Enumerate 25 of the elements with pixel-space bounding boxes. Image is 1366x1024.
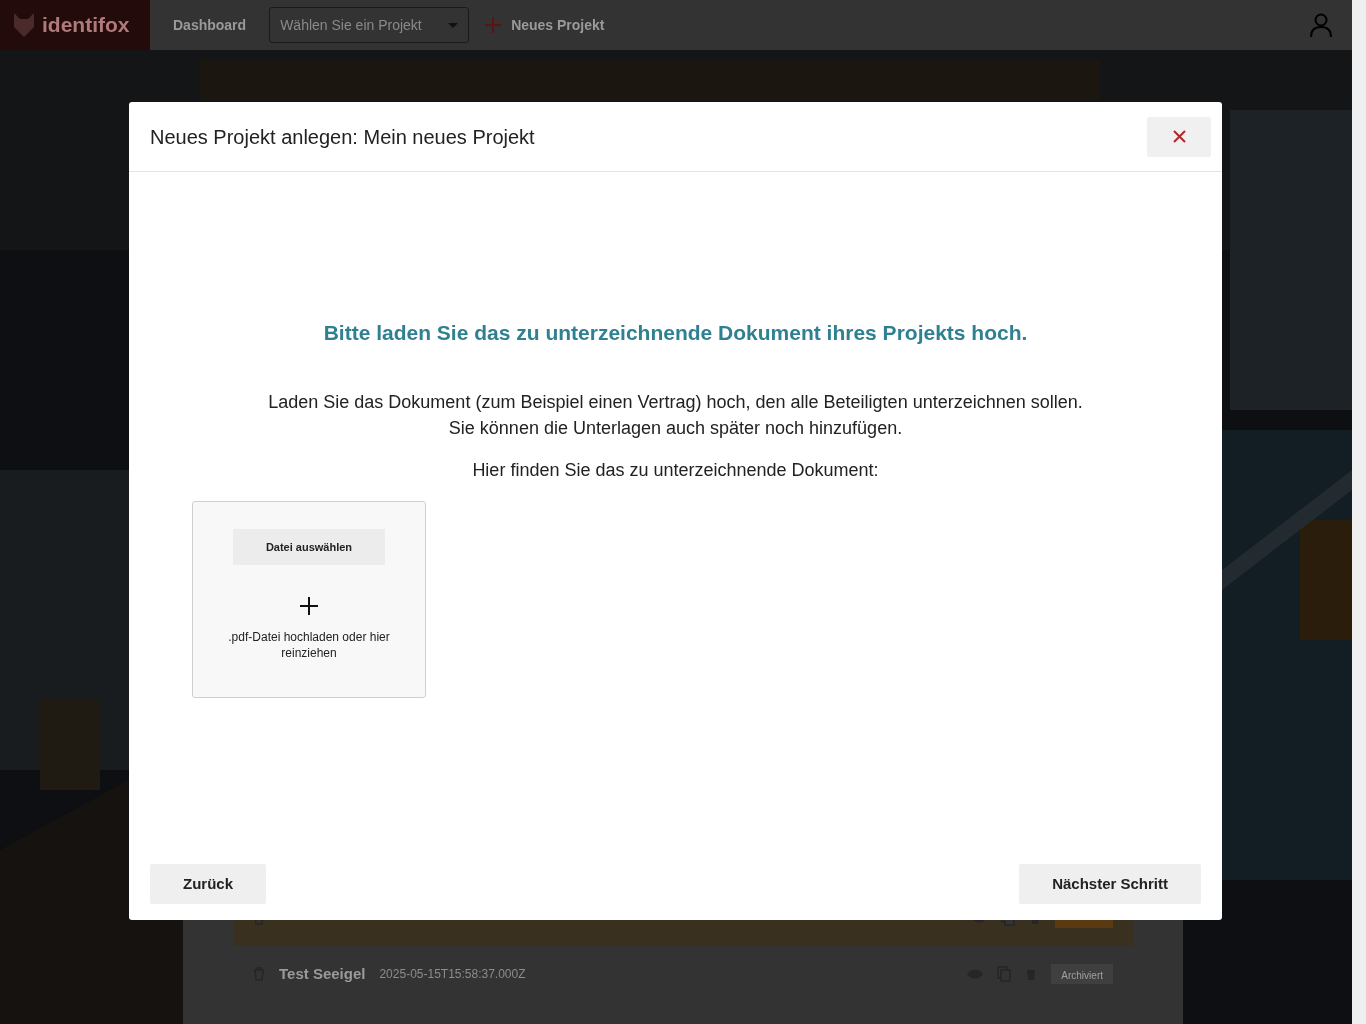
upload-hint: .pdf-Datei hochladen oder hier reinziehen (227, 629, 391, 662)
plus-icon (485, 17, 502, 33)
description-text: Laden Sie das Dokument (zum Beispiel einen Vertrag) hoch, den alle Beteiligten unterzeichnen sollen. (267, 391, 1084, 415)
logo-text: identifox (42, 12, 130, 39)
close-icon (1172, 130, 1186, 143)
close-button[interactable] (1147, 116, 1211, 157)
user-icon (1310, 13, 1332, 37)
status-badge: Archiviert (1051, 964, 1113, 984)
next-step-button[interactable]: Nächster Schritt (1019, 864, 1201, 904)
project-title: Test Seeigel (279, 963, 366, 984)
project-date: 2025-05-15T15:58:37.000Z (379, 966, 526, 983)
choose-file-button[interactable]: Datei auswählen (233, 529, 385, 566)
upload-dropzone[interactable]: Datei auswählen .pdf-Datei hochladen oder hier reinziehen (192, 501, 426, 699)
upload-heading: Bitte laden Sie das zu unterzeichnende Dokument ihres Projekts hoch. (322, 320, 1029, 346)
description-text: Sie können die Unterlagen auch später noch hinzufügen. (447, 417, 904, 441)
prompt-text: Hier finden Sie das zu unterzeichnende Dokument: (471, 459, 880, 483)
back-button[interactable]: Zurück (150, 864, 266, 904)
list-row[interactable]: Test Seeigel 2025-05-15T15:58:37.000Z Archiviert (233, 946, 1133, 1002)
caret-icon (448, 22, 459, 28)
new-project-button[interactable]: Neues Projekt (485, 14, 605, 36)
project-select[interactable]: Wählen Sie ein Projekt (269, 7, 470, 43)
plus-icon (300, 597, 318, 616)
nav-link[interactable]: Dashboard (173, 14, 247, 36)
modal-title: Neues Projekt anlegen: Mein neues Projekt (150, 124, 535, 149)
fox-logo-icon (14, 13, 34, 37)
